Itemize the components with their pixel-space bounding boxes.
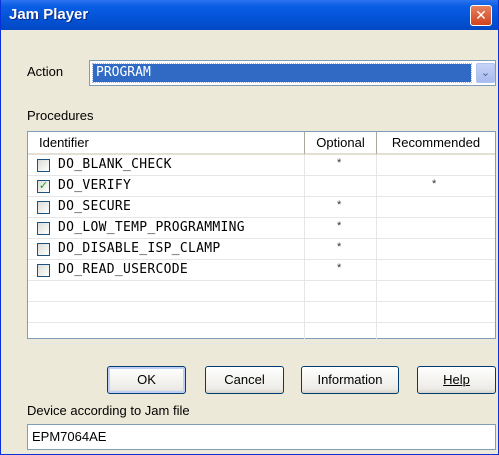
cell-optional: * (305, 155, 377, 176)
procedure-identifier: DO_LOW_TEMP_PROGRAMMING (58, 220, 245, 235)
procedure-identifier: DO_READ_USERCODE (58, 262, 189, 277)
close-icon: ✕ (475, 7, 487, 23)
jam-player-dialog: Jam Player ✕ Action PROGRAM ⌄ Procedures… (0, 0, 499, 455)
table-row[interactable]: DO_SECURE * (28, 197, 495, 218)
cell-optional (305, 176, 377, 197)
action-dropdown-button[interactable]: ⌄ (476, 63, 495, 83)
table-row[interactable]: DO_BLANK_CHECK * (28, 155, 495, 176)
cell-recommended (377, 260, 495, 281)
procedure-checkbox[interactable] (37, 222, 50, 235)
table-row[interactable] (28, 302, 495, 323)
cell-recommended (377, 218, 495, 239)
cell-optional: * (305, 218, 377, 239)
procedure-checkbox[interactable]: ✓ (37, 180, 50, 193)
close-button[interactable]: ✕ (470, 5, 492, 26)
cell-optional: * (305, 197, 377, 218)
procedure-checkbox[interactable] (37, 264, 50, 277)
cell-optional (305, 281, 377, 302)
column-header-recommended[interactable]: Recommended (377, 132, 495, 155)
information-button[interactable]: Information (301, 366, 399, 394)
optional-marker: * (337, 199, 342, 211)
procedure-checkbox[interactable] (37, 201, 50, 214)
optional-marker: * (337, 262, 342, 274)
cell-recommended (377, 197, 495, 218)
device-label: Device according to Jam file (27, 403, 190, 418)
cell-recommended: * (377, 176, 495, 197)
procedures-label: Procedures (27, 108, 94, 123)
cell-identifier (28, 302, 305, 323)
procedure-identifier: DO_DISABLE_ISP_CLAMP (58, 241, 221, 256)
cell-optional (305, 302, 377, 323)
cell-identifier (28, 323, 305, 344)
cell-recommended (377, 323, 495, 344)
table-row[interactable]: DO_DISABLE_ISP_CLAMP * (28, 239, 495, 260)
cell-optional: * (305, 260, 377, 281)
window-title: Jam Player (9, 6, 89, 23)
cancel-button[interactable]: Cancel (205, 366, 284, 394)
cell-identifier: DO_READ_USERCODE (28, 260, 305, 281)
cell-identifier: ✓ DO_VERIFY (28, 176, 305, 197)
procedure-checkbox[interactable] (37, 243, 50, 256)
cell-optional (305, 323, 377, 344)
device-field[interactable]: EPM7064AE (27, 424, 496, 450)
table-row[interactable]: ✓ DO_VERIFY * (28, 176, 495, 197)
cell-identifier: DO_BLANK_CHECK (28, 155, 305, 176)
cell-recommended (377, 281, 495, 302)
action-selected-value: PROGRAM (92, 63, 472, 83)
cell-optional: * (305, 239, 377, 260)
cell-identifier: DO_SECURE (28, 197, 305, 218)
action-label: Action (27, 64, 64, 79)
grid-header: Identifier Optional Recommended (28, 132, 495, 155)
cell-recommended (377, 239, 495, 260)
table-row[interactable]: DO_READ_USERCODE * (28, 260, 495, 281)
procedure-identifier: DO_BLANK_CHECK (58, 157, 172, 172)
cell-identifier: DO_LOW_TEMP_PROGRAMMING (28, 218, 305, 239)
chevron-down-icon: ⌄ (480, 67, 491, 79)
column-header-identifier[interactable]: Identifier (28, 132, 305, 155)
column-header-optional[interactable]: Optional (305, 132, 377, 155)
table-row[interactable] (28, 323, 495, 344)
optional-marker: * (337, 241, 342, 253)
cell-identifier (28, 281, 305, 302)
optional-marker: * (337, 220, 342, 232)
cell-recommended (377, 155, 495, 176)
cell-recommended (377, 302, 495, 323)
action-combobox[interactable]: PROGRAM ⌄ (89, 60, 496, 86)
table-row[interactable] (28, 281, 495, 302)
help-button[interactable]: Help (417, 366, 496, 394)
cell-identifier: DO_DISABLE_ISP_CLAMP (28, 239, 305, 260)
optional-marker: * (337, 157, 342, 169)
procedure-checkbox[interactable] (37, 159, 50, 172)
procedure-identifier: DO_SECURE (58, 199, 132, 214)
table-row[interactable]: DO_LOW_TEMP_PROGRAMMING * (28, 218, 495, 239)
check-icon: ✓ (38, 180, 49, 192)
procedures-grid: Identifier Optional Recommended DO_BLANK… (27, 131, 496, 344)
ok-button[interactable]: OK (107, 366, 186, 394)
procedure-identifier: DO_VERIFY (58, 178, 132, 193)
recommended-marker: * (432, 178, 437, 190)
title-bar[interactable]: Jam Player ✕ (1, 0, 498, 30)
